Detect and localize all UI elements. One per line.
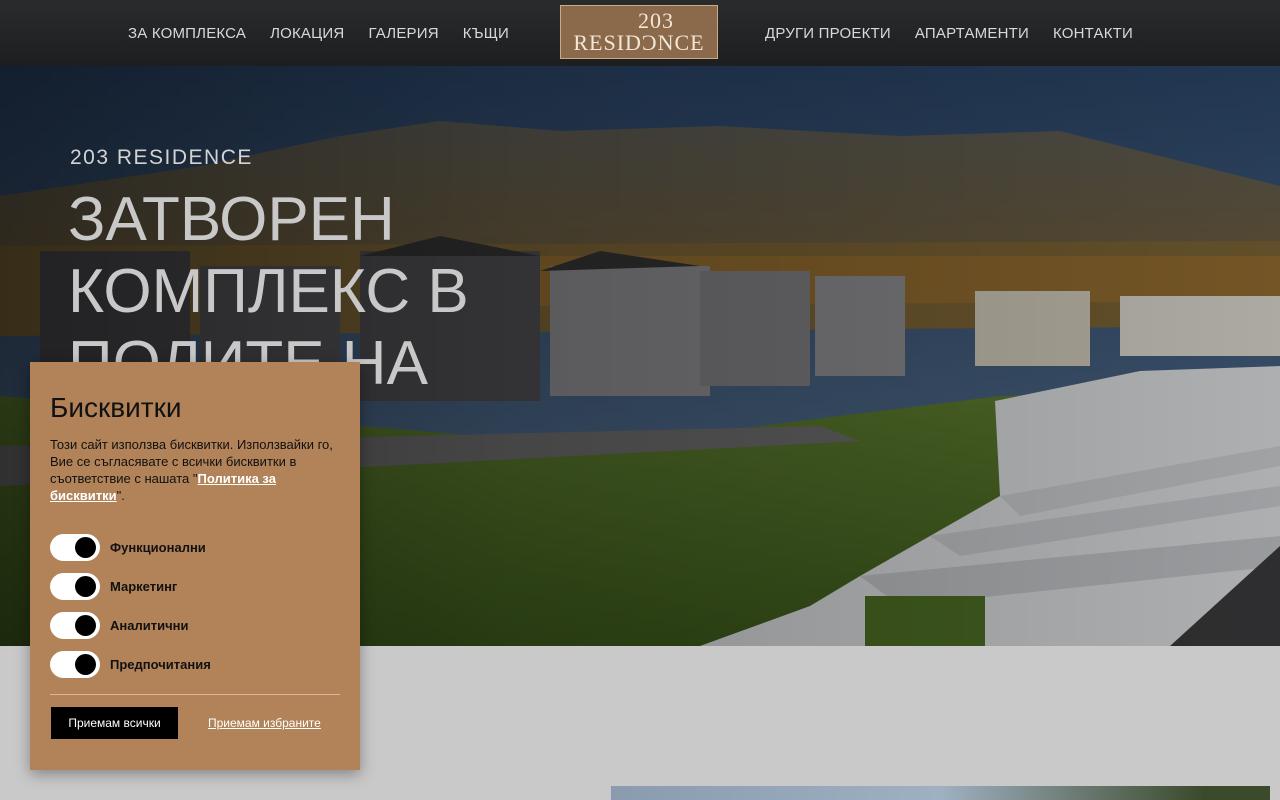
cookie-divider [50, 694, 340, 695]
toggle-knob [75, 576, 96, 597]
toggle-row-preferences: Предпочитания [50, 651, 211, 678]
nav-link-about[interactable]: ЗА КОМПЛЕКСА [128, 25, 246, 42]
accept-selected-link[interactable]: Приемам избраните [208, 716, 321, 730]
cookie-title: Бисквитки [50, 392, 182, 423]
marketing-label: Маркетинг [110, 579, 178, 594]
nav-link-location[interactable]: ЛОКАЦИЯ [270, 25, 344, 42]
logo-number: 203 [638, 8, 674, 33]
cookie-text-before: Този сайт използва бисквитки. Използвайк… [50, 437, 333, 486]
nav-left-group: ЗА КОМПЛЕКСА ЛОКАЦИЯ ГАЛЕРИЯ КЪЩИ [128, 0, 533, 66]
toggle-row-functional: Функционални [50, 534, 206, 561]
logo-word: RESIDƆNCE [573, 30, 705, 55]
cookie-text-after: ". [116, 488, 125, 503]
toggle-knob [75, 615, 96, 636]
nav-link-apartments[interactable]: АПАРТАМЕНТИ [915, 25, 1029, 42]
lower-section-photo [611, 786, 1270, 800]
nav-link-houses[interactable]: КЪЩИ [463, 25, 509, 42]
site-logo[interactable]: 203 RESIDƆNCE [560, 5, 718, 59]
nav-link-other-projects[interactable]: ДРУГИ ПРОЕКТИ [765, 25, 891, 42]
marketing-toggle[interactable] [50, 573, 100, 600]
top-navigation: ЗА КОМПЛЕКСА ЛОКАЦИЯ ГАЛЕРИЯ КЪЩИ 203 RE… [0, 0, 1280, 66]
analytics-toggle[interactable] [50, 612, 100, 639]
toggle-knob [75, 654, 96, 675]
functional-label: Функционални [110, 540, 206, 555]
cookie-description: Този сайт използва бисквитки. Използвайк… [50, 436, 342, 504]
hero-kicker: 203 RESIDENCE [70, 146, 253, 169]
nav-link-contacts[interactable]: КОНТАКТИ [1053, 25, 1133, 42]
toggle-row-marketing: Маркетинг [50, 573, 177, 600]
toggle-knob [75, 537, 96, 558]
analytics-label: Аналитични [110, 618, 189, 633]
cookie-consent-panel: Бисквитки Този сайт използва бисквитки. … [30, 362, 360, 770]
nav-right-group: ДРУГИ ПРОЕКТИ АПАРТАМЕНТИ КОНТАКТИ [765, 0, 1157, 66]
functional-toggle[interactable] [50, 534, 100, 561]
toggle-row-analytics: Аналитични [50, 612, 188, 639]
preferences-label: Предпочитания [110, 657, 211, 672]
preferences-toggle[interactable] [50, 651, 100, 678]
nav-link-gallery[interactable]: ГАЛЕРИЯ [368, 25, 438, 42]
accept-all-button[interactable]: Приемам всички [51, 707, 178, 739]
